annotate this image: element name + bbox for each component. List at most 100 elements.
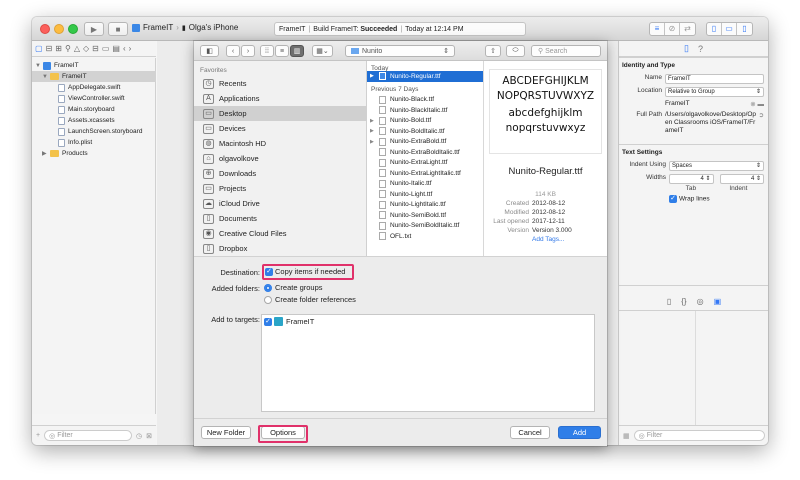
sidebar-item-projects[interactable]: ▭ Projects [194,181,366,196]
tree-item-file[interactable]: Info.plist [32,137,156,148]
file-template-icon[interactable]: ▯ [667,297,671,306]
object-library-icon[interactable]: ◎ [697,297,704,306]
minimize-window-button[interactable] [54,24,64,34]
close-window-button[interactable] [40,24,50,34]
code-snippet-icon[interactable]: {} [681,297,686,306]
sidebar-item-documents[interactable]: ▯ Documents [194,211,366,226]
recent-files-icon[interactable]: ◷ [136,432,142,440]
file-row[interactable]: Nunito-ExtraLight.ttf [367,158,483,169]
view-toggle-control[interactable]: ▯ ▭ ▯ [706,22,753,36]
breakpoint-tab-icon[interactable]: ▭ [102,44,110,53]
add-icon[interactable]: + [36,432,40,439]
inspector-toggle-icon[interactable]: ▯ [737,23,752,35]
library-filter-field[interactable]: ◎ Filter [633,430,765,441]
indent-select[interactable]: Spaces ⇕ [669,161,764,171]
tree-item-group[interactable]: ▶ Products [32,148,156,159]
file-row[interactable]: ▶ Nunito-BoldItalic.ttf [367,126,483,137]
add-tags-link[interactable]: Add Tags... [532,236,564,245]
symbol-tab-icon[interactable]: ⊟ [46,44,53,53]
sidebar-item-recents[interactable]: ◷ Recents [194,76,366,91]
sidebar-item-macintosh-hd[interactable]: ◍ Macintosh HD [194,136,366,151]
file-row[interactable]: Nunito-LightItalic.ttf [367,200,483,211]
debug-toggle-icon[interactable]: ▭ [722,23,737,35]
tree-item-project[interactable]: ▼ FrameIT [32,60,156,71]
reveal-arrow-icon[interactable]: ➲ [759,111,764,135]
run-button[interactable]: ▶ [84,22,104,36]
media-library-icon[interactable]: ▣ [714,297,722,306]
forward-button[interactable]: › [241,45,255,57]
hierarchy-tab-icon[interactable]: ⊞ [55,44,62,53]
file-row[interactable]: Nunito-Italic.ttf [367,179,483,190]
file-row[interactable]: ▶ Nunito-ExtraBold.ttf [367,137,483,148]
search-field[interactable]: ⚲ Search [531,45,601,57]
file-row[interactable]: Nunito-SemiBoldItalic.ttf [367,221,483,232]
tree-item-file[interactable]: Main.storyboard [32,104,156,115]
disclosure-icon[interactable]: ▼ [42,74,50,80]
add-button[interactable]: Add [558,426,601,439]
grid-view-icon[interactable]: ▦ [623,432,630,440]
sidebar-toggle-button[interactable]: ◧ [200,45,219,57]
tree-item-file[interactable]: LaunchScreen.storyboard [32,126,156,137]
sidebar-item-home[interactable]: ⌂ olgavolkove [194,151,366,166]
file-row[interactable]: Nunito-ExtraBoldItalic.ttf [367,147,483,158]
folder-reveal-icon[interactable]: ⊗ ▬ [750,100,764,108]
sidebar-item-creative-cloud[interactable]: ◉ Creative Cloud Files [194,226,366,241]
file-row[interactable]: Nunito-Black.ttf [367,95,483,106]
column-view-button[interactable]: ▥ [290,45,304,57]
location-select[interactable]: Relative to Group ⇕ [665,87,764,97]
create-folder-references-radio[interactable]: Create folder references [264,295,356,305]
file-row[interactable]: Nunito-BlackItalic.ttf [367,105,483,116]
file-inspector-icon[interactable]: ▯ [684,43,689,54]
tab-width-field[interactable]: 4 ⇕ [669,174,714,184]
wrap-lines-checkbox[interactable]: ✓ Wrap lines [669,195,768,203]
forward-icon[interactable]: › [129,44,132,53]
sidebar-item-dropbox[interactable]: ▯ Dropbox [194,241,366,256]
back-button[interactable]: ‹ [226,45,240,57]
tree-item-file[interactable]: ViewController.swift [32,93,156,104]
file-row[interactable]: Nunito-SemiBold.ttf [367,210,483,221]
target-row[interactable]: ✓ FrameIT [262,315,594,328]
scm-filter-icon[interactable]: ⊠ [146,432,152,440]
editor-mode-control[interactable]: ≡ ⊘ ⇄ [649,22,696,36]
location-popup[interactable]: Nunito ⇕ [345,45,455,57]
assistant-editor-icon[interactable]: ⊘ [665,23,680,35]
scheme-selector[interactable]: FrameIT › ▮ Olga's iPhone [132,23,238,32]
help-icon[interactable]: ? [698,44,703,54]
copy-items-checkbox[interactable]: ✓ Copy items if needed [265,267,345,277]
stop-button[interactable]: ■ [108,22,128,36]
group-menu-button[interactable]: ▦⌄ [312,45,333,57]
debug-tab-icon[interactable]: ⊟ [92,44,99,53]
new-folder-button[interactable]: New Folder [201,426,251,439]
file-row-selected[interactable]: ▶ Nunito-Regular.ttf [367,71,483,82]
version-editor-icon[interactable]: ⇄ [680,23,695,35]
search-tab-icon[interactable]: ⚲ [65,44,71,53]
indent-width-field[interactable]: 4 ⇕ [719,174,764,184]
sidebar-item-desktop[interactable]: ▭ Desktop [194,106,366,121]
warning-tab-icon[interactable]: △ [74,44,80,53]
standard-editor-icon[interactable]: ≡ [650,23,665,35]
sidebar-item-devices[interactable]: ▭ Devices [194,121,366,136]
navigator-filter-field[interactable]: ◎ Filter [44,430,133,441]
icon-view-button[interactable]: ⁞⁞ [260,45,274,57]
share-button[interactable]: ⇧ [485,45,501,57]
sidebar-item-icloud[interactable]: ☁ iCloud Drive [194,196,366,211]
back-icon[interactable]: ‹ [123,44,126,53]
file-row[interactable]: Nunito-Light.ttf [367,189,483,200]
folder-tab-icon[interactable]: ▢ [35,44,43,53]
test-tab-icon[interactable]: ◇ [83,44,89,53]
zoom-window-button[interactable] [68,24,78,34]
file-row[interactable]: ▶ Nunito-Bold.ttf [367,116,483,127]
cancel-button[interactable]: Cancel [510,426,550,439]
disclosure-icon[interactable]: ▶ [42,150,50,157]
sidebar-item-applications[interactable]: A Applications [194,91,366,106]
sidebar-item-downloads[interactable]: ⊕ Downloads [194,166,366,181]
disclosure-icon[interactable]: ▼ [35,63,43,69]
create-groups-radio[interactable]: Create groups [264,283,323,293]
report-tab-icon[interactable]: ▤ [112,44,120,53]
name-field[interactable]: FrameIT [665,74,764,84]
list-view-button[interactable]: ≡ [275,45,289,57]
tree-item-file[interactable]: Assets.xcassets [32,115,156,126]
tree-item-file[interactable]: AppDelegate.swift [32,82,156,93]
file-row[interactable]: Nunito-ExtraLightItalic.ttf [367,168,483,179]
file-row[interactable]: OFL.txt [367,231,483,242]
